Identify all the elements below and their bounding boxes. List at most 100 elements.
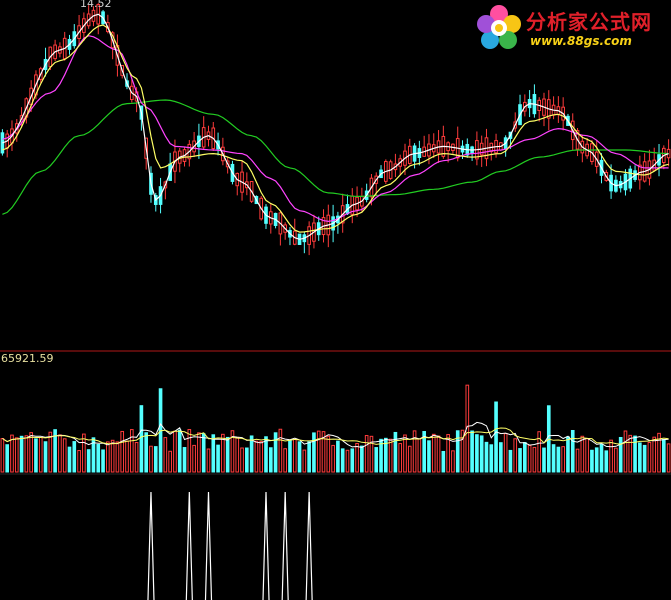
volume-bar xyxy=(590,449,594,473)
volume-bar xyxy=(19,435,24,473)
volume-bar xyxy=(661,439,666,473)
volume-bar xyxy=(77,450,81,473)
volume-bar xyxy=(5,444,10,473)
volume-bar xyxy=(206,448,211,473)
volume-bar xyxy=(245,447,249,473)
volume-bar xyxy=(475,434,479,473)
volume-bar xyxy=(273,432,278,473)
stock-chart xyxy=(0,3,671,600)
volume-bar xyxy=(647,442,652,473)
volume-bar xyxy=(623,430,628,473)
volume-bar xyxy=(340,448,345,473)
watermark-url: www.88gs.com xyxy=(530,34,632,48)
volume-bar xyxy=(508,449,513,473)
volume-bar xyxy=(302,449,307,473)
volume-bar xyxy=(149,445,153,473)
volume-bar xyxy=(163,437,168,473)
volume-bar xyxy=(120,430,125,473)
volume-bar xyxy=(642,444,647,473)
volume-bar xyxy=(216,444,220,473)
signal-spike xyxy=(262,491,270,600)
volume-bar xyxy=(556,446,561,473)
signal-spike xyxy=(281,491,289,600)
signal-spike xyxy=(147,491,155,600)
volume-bar xyxy=(115,441,120,473)
volume-bar xyxy=(187,429,192,473)
volume-bar xyxy=(594,447,599,473)
volume-bar xyxy=(129,429,134,473)
volume-bar xyxy=(566,436,570,473)
volume-bar xyxy=(125,440,129,473)
volume-bar xyxy=(29,432,33,473)
volume-bar xyxy=(494,401,498,473)
volume-bar xyxy=(62,438,67,473)
volume-bar xyxy=(101,449,105,473)
volume-bar xyxy=(10,434,14,473)
volume-bar xyxy=(609,439,613,473)
volume-bar xyxy=(326,435,331,473)
volume-bar xyxy=(364,435,369,473)
volume-bar xyxy=(288,439,292,473)
volume-bar xyxy=(34,438,38,473)
volume-bar xyxy=(412,430,417,473)
watermark: 分析家公式网 www.88gs.com xyxy=(470,2,670,52)
volume-bar xyxy=(336,440,340,473)
volume-bar xyxy=(345,449,350,473)
volume-bar xyxy=(134,442,139,473)
volume-bar xyxy=(532,446,537,473)
volume-bar xyxy=(144,432,149,473)
volume-bar xyxy=(297,441,302,473)
volume-bar xyxy=(522,442,527,473)
volume-bar xyxy=(177,429,182,473)
volume-bar xyxy=(479,435,484,473)
volume-bar xyxy=(518,448,522,473)
volume-bar xyxy=(427,440,431,473)
signal-spike xyxy=(185,491,193,600)
volume-bar xyxy=(614,447,618,473)
volume-bar xyxy=(72,441,77,473)
volume-bar xyxy=(360,445,364,473)
volume-bar xyxy=(398,443,403,473)
volume-bar xyxy=(451,450,455,473)
volume-bar xyxy=(67,446,72,473)
volume-max-label: 65921.59 xyxy=(1,352,54,365)
volume-bar xyxy=(331,444,335,473)
volume-bar xyxy=(470,430,474,473)
volume-bar xyxy=(292,438,297,473)
volume-bar xyxy=(455,430,460,473)
volume-bar xyxy=(259,441,264,473)
volume-bar xyxy=(38,436,43,473)
volume-bar xyxy=(633,435,637,473)
volume-bar xyxy=(24,435,29,473)
volume-bar xyxy=(350,448,355,473)
volume-bar xyxy=(86,449,91,473)
volume-bar xyxy=(355,442,359,473)
volume-bar xyxy=(638,442,642,473)
volume-bar xyxy=(192,444,196,473)
volume-bar xyxy=(374,447,379,473)
volume-bar xyxy=(599,443,604,473)
volume-bar xyxy=(542,447,546,473)
volume-bar xyxy=(240,447,244,473)
volume-bar xyxy=(14,437,19,473)
volume-bar xyxy=(153,446,158,473)
volume-bar xyxy=(168,450,172,473)
volume-bar xyxy=(173,430,177,473)
signal-spike xyxy=(305,491,313,600)
volume-bar xyxy=(235,437,240,473)
volume-bar xyxy=(268,447,273,473)
volume-bar xyxy=(489,444,494,473)
volume-bar xyxy=(197,432,201,473)
volume-bar xyxy=(139,405,144,473)
volume-bar xyxy=(58,434,62,473)
volume-bar xyxy=(652,436,657,473)
volume-bar xyxy=(312,432,316,473)
volume-bar xyxy=(666,443,671,473)
volume-bar xyxy=(283,448,287,473)
volume-bar xyxy=(388,438,393,473)
volume-bar xyxy=(575,448,580,473)
volume-bar xyxy=(407,445,412,473)
volume-bar xyxy=(499,442,503,473)
flower-logo-icon xyxy=(477,5,521,49)
volume-bar xyxy=(561,446,565,473)
